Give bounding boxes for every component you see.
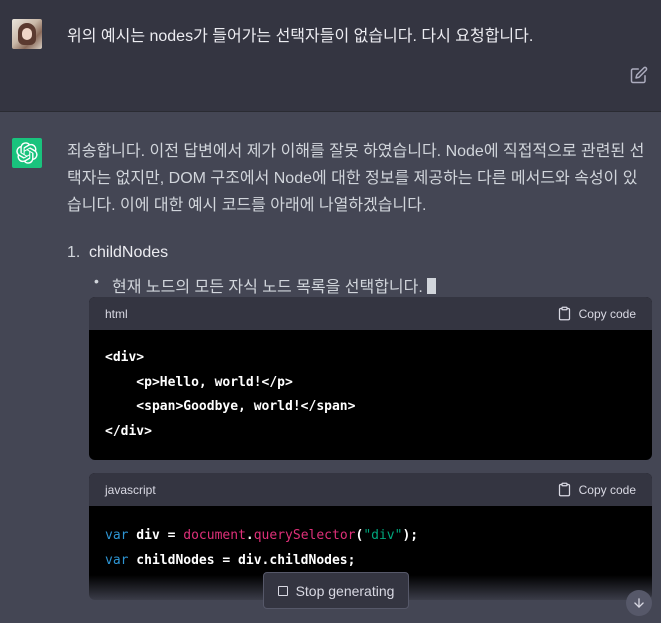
avatar-face: [22, 28, 32, 40]
code-line: <div>: [105, 350, 145, 365]
code-line: </div>: [105, 423, 152, 439]
code-line: <p>Hello, world!</p>: [105, 374, 293, 390]
typing-cursor: [426, 278, 436, 294]
user-message-row: 위의 예시는 nodes가 들어가는 선택자들이 없습니다. 다시 요청합니다.: [0, 0, 661, 112]
arrow-down-icon: [634, 598, 644, 608]
code-block-header: html Copy code: [89, 297, 652, 330]
object-token: document: [183, 528, 246, 543]
openai-logo-icon: [12, 138, 42, 168]
paren-token: );: [402, 528, 419, 543]
code-language-label: javascript: [105, 482, 156, 497]
keyword-token: var: [105, 552, 129, 568]
code-block-header: javascript Copy code: [89, 473, 652, 506]
user-message-text: 위의 예시는 nodes가 들어가는 선택자들이 없습니다. 다시 요청합니다.: [67, 28, 534, 45]
dot-token: .: [245, 528, 254, 543]
bullet-text: 현재 노드의 모든 자식 노드 목록을 선택합니다.: [112, 279, 423, 296]
copy-code-button[interactable]: Copy code: [557, 482, 636, 497]
pencil-square-icon[interactable]: [630, 66, 648, 84]
keyword-token: var: [105, 528, 129, 543]
list-item-title: childNodes: [89, 244, 169, 261]
stop-generating-label: Stop generating: [295, 582, 395, 599]
clipboard-icon: [558, 306, 570, 321]
assistant-intro-text: 죄송합니다. 이전 답변에서 제가 이해를 잘못 하였습니다. Node에 직접…: [67, 143, 645, 214]
identifier-token: div =: [128, 528, 184, 543]
stop-square-icon: [277, 585, 288, 596]
code-language-label: html: [105, 306, 128, 321]
clipboard-icon: [558, 482, 570, 497]
code-content: <div> <p>Hello, world!</p> <span>Goodbye…: [89, 330, 652, 460]
string-token: "div": [363, 528, 403, 543]
code-line: <span>Goodbye, world!</span>: [105, 399, 356, 414]
copy-code-label: Copy code: [578, 306, 636, 321]
code-block-html: html Copy code <div> <p>Hello, world!</p…: [89, 297, 652, 460]
stop-generating-button[interactable]: Stop generating: [263, 572, 409, 609]
bullet-dot: •: [94, 273, 99, 289]
code-line: var div = document.querySelector("div");: [105, 524, 636, 549]
copy-code-label: Copy code: [578, 482, 636, 497]
code-line: var childNodes = div.childNodes;: [105, 549, 636, 574]
identifier-token: childNodes = div.childNodes;: [128, 552, 356, 568]
user-avatar: [12, 19, 42, 49]
scroll-to-bottom-button[interactable]: [626, 590, 652, 616]
list-item-bullet-text: 현재 노드의 모든 자식 노드 목록을 선택합니다.: [112, 273, 436, 297]
list-number: 1.: [67, 244, 81, 261]
method-token: querySelector: [253, 528, 356, 543]
copy-code-button[interactable]: Copy code: [557, 306, 636, 321]
